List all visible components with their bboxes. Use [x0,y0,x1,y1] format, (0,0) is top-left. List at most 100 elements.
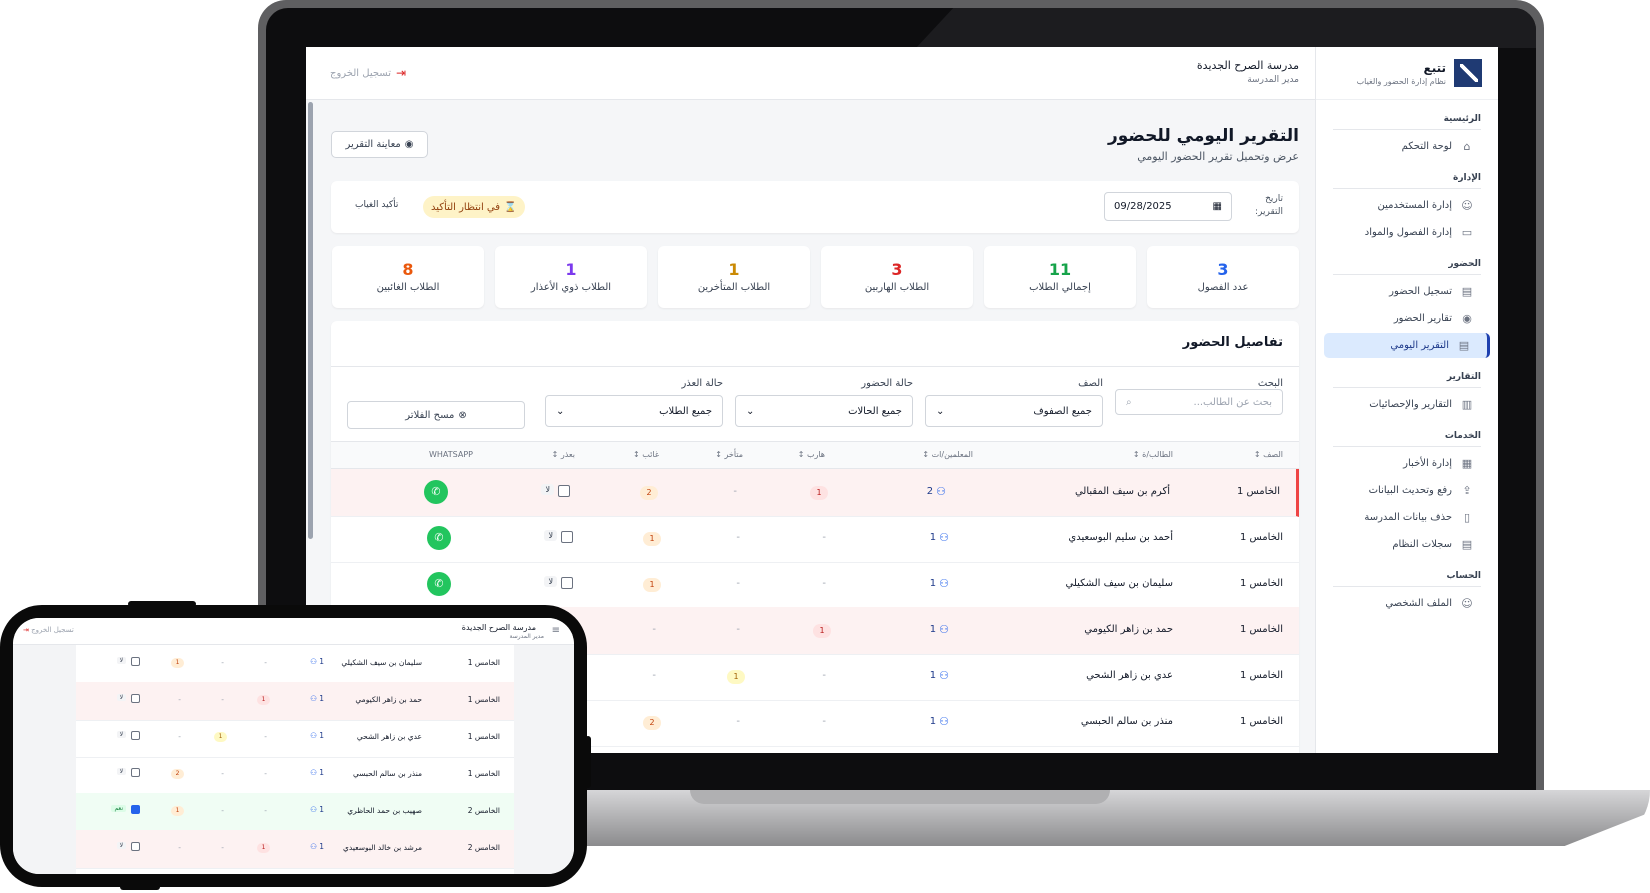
users-icon: ⚇ [939,669,949,682]
sidebar-item[interactable]: ⇪ رفع وتحديث البيانات [1324,478,1490,503]
brand[interactable]: تتبع نظام إدارة الحضور والغياب [1316,47,1498,100]
whatsapp-button[interactable]: ✆ [427,526,451,550]
users-icon: ⚇ [310,805,320,814]
scrollbar[interactable] [308,102,313,539]
phone-table-row[interactable]: الخامس 1 منذر بن سالم الحبسي 1 ⚇ - - 2 لا [76,756,514,795]
preview-report-button[interactable]: ◉ معاينة التقرير [331,131,428,158]
user-role: مدير المدرسة [1247,75,1299,85]
menu-icon[interactable]: ≡ [552,625,560,636]
search-input[interactable]: بحث عن الطالب... ⌕ [1115,389,1283,415]
teachers-count[interactable]: ⚇ 2 [927,485,946,498]
column-header-label: متأخر [724,450,744,459]
excuse-filter-label: حالة العذر [681,378,723,389]
phone-table-row[interactable]: الخامس 1 سليمان بن سيف الشكيلي 1 ⚇ - - 1 لا [76,645,514,684]
excuse-checkbox[interactable] [558,485,570,497]
confirm-absence-button[interactable]: تأكيد الغياب [355,200,398,210]
absent-badge: 1 [171,806,184,816]
phone-table-row[interactable]: الخامس 2 مرشد بن خالد البوسعيدي 1 ⚇ 1- - لا [76,830,514,869]
phone-table-row[interactable]: الخامس 2 صهيب بن حمد الحاظري 1 ⚇ - - 1 نعم [76,793,514,832]
class-filter-select[interactable]: جميع الصفوف ⌄ [925,395,1103,427]
sidebar-item[interactable]: ▤ تسجيل الحضور [1324,279,1490,304]
table-row[interactable]: الخامس 1 أحمد بن سليم البوسعيدي ⚇ 1- -1 لا ✆ [331,515,1299,563]
sidebar-item[interactable]: ⌂ لوحة التحكم [1324,134,1490,159]
preview-report-label: معاينة التقرير [345,139,401,150]
excuse-checkbox[interactable] [131,657,140,666]
sidebar-item[interactable]: ☺ الملف الشخصي [1324,591,1490,616]
column-header[interactable]: الطالب/ة ↕ [1133,450,1173,459]
sidebar-section-title: الرئيسية [1443,114,1481,124]
column-header[interactable]: غائب ↕ [633,450,659,459]
student-name-cell: سليمان بن سيف الشكيلي [341,658,422,667]
clear-filters-button[interactable]: ⊗ مسح الفلاتر [347,401,525,429]
sidebar-item[interactable]: ▥ التقارير والإحصائيات [1324,392,1490,417]
teachers-count[interactable]: 1 ⚇ [310,694,324,703]
divider [1333,586,1481,587]
student-name-cell: صهيب بن حمد الحاظري [347,806,422,815]
teachers-count[interactable]: 1 ⚇ [310,657,324,666]
teachers-count[interactable]: 1 ⚇ [310,731,324,740]
column-header[interactable]: بعذر ↕ [552,450,575,459]
sort-icon: ↕ [715,450,725,459]
sidebar-item[interactable]: ☺ إدارة المستخدمين [1324,193,1490,218]
escaped-badge: 1 [257,695,270,705]
phone-logout-button[interactable]: تسجيل الخروج ⇥ [23,626,74,634]
status-filter-select[interactable]: جميع الحالات ⌄ [735,395,913,427]
teachers-count[interactable]: 1 ⚇ [310,842,324,851]
late-badge: - [733,486,737,497]
excuse-checkbox[interactable] [131,768,140,777]
class-cell: الخامس 1 [467,769,500,778]
column-header[interactable]: متأخر ↕ [715,450,743,459]
search-label: البحث [1257,378,1283,389]
calendar-icon: ▦ [1212,201,1222,212]
excuse-checkbox[interactable] [131,842,140,851]
report-date-input[interactable]: 09/28/2025 ▦ [1104,192,1232,221]
eye-icon: ◉ [404,139,414,150]
excuse-checkbox[interactable] [561,531,573,543]
column-header[interactable]: المعلمين/ات ↕ [922,450,973,459]
teachers-count[interactable]: ⚇ 1 [930,577,949,590]
column-header[interactable]: الصف ↕ [1254,450,1283,459]
excuse-value: نعم [111,805,126,812]
logout-label: تسجيل الخروج [330,67,392,79]
teachers-count[interactable]: ⚇ 1 [930,669,949,682]
sidebar-item[interactable]: ◉ تقارير الحضور [1324,306,1490,331]
teachers-count[interactable]: 1 ⚇ [310,805,324,814]
class-cell: الخامس 2 [467,843,500,852]
excuse-checkbox[interactable] [131,805,140,814]
users-icon: ⚇ [310,842,320,851]
student-name-cell: أحمد بن سليم البوسعيدي [1068,532,1173,543]
phone-table-row[interactable]: الخامس 1 حمد بن زاهر الكيومي 1 ⚇ 1- - لا [76,682,514,721]
logout-button[interactable]: ⇥ تسجيل الخروج [330,66,406,80]
teachers-count[interactable]: 1 ⚇ [310,768,324,777]
excuse-checkbox[interactable] [561,577,573,589]
phone-user-role: مدير المدرسة [509,633,544,640]
sidebar-item-label: تسجيل الحضور [1389,286,1452,297]
sidebar-item[interactable]: ▤ التقرير اليومي [1324,333,1490,358]
sidebar-item-label: التقارير والإحصائيات [1369,399,1452,410]
sidebar-item[interactable]: ▤ سجلات النظام [1324,532,1490,557]
table-row[interactable]: الخامس 1 سليمان بن سيف الشكيلي ⚇ 1- -1 لا ✆ [331,561,1299,609]
phone-school-name: مدرسة الصرح الجديدة [461,623,536,632]
teachers-count[interactable]: ⚇ 1 [930,531,949,544]
excuse-checkbox[interactable] [131,731,140,740]
sidebar-item[interactable]: ▭ إدارة الفصول والمواد [1324,220,1490,245]
users-icon: ⚇ [310,657,320,666]
logout-icon: ⇥ [23,626,29,634]
bar-chart-icon: ▥ [1461,398,1473,411]
absent-badge: - [178,843,181,852]
teachers-count[interactable]: ⚇ 1 [930,623,949,636]
users-icon: ⚇ [310,694,320,703]
excuse-checkbox[interactable] [131,694,140,703]
table-row[interactable]: الخامس 1 أكرم بن سيف المقبالي ⚇ 2 1-2 لا ✆ [331,469,1299,517]
sidebar-item[interactable]: ▯ حذف بيانات المدرسة [1324,505,1490,530]
sidebar-item[interactable]: ▦ إدارة الأخبار [1324,451,1490,476]
whatsapp-button[interactable]: ✆ [427,572,451,596]
whatsapp-button[interactable]: ✆ [424,480,448,504]
users-icon: ⚇ [310,731,320,740]
excuse-filter-select[interactable]: جميع الطلاب ⌄ [545,395,723,427]
report-date-label: تاريخ التقرير: [1255,194,1283,217]
column-header[interactable]: هارب ↕ [798,450,825,459]
phone-table-row[interactable]: الخامس 1 عدي بن زاهر الشحي 1 ⚇ - 1 - لا [76,719,514,758]
excuse-value: لا [116,768,126,775]
teachers-count[interactable]: ⚇ 1 [930,715,949,728]
